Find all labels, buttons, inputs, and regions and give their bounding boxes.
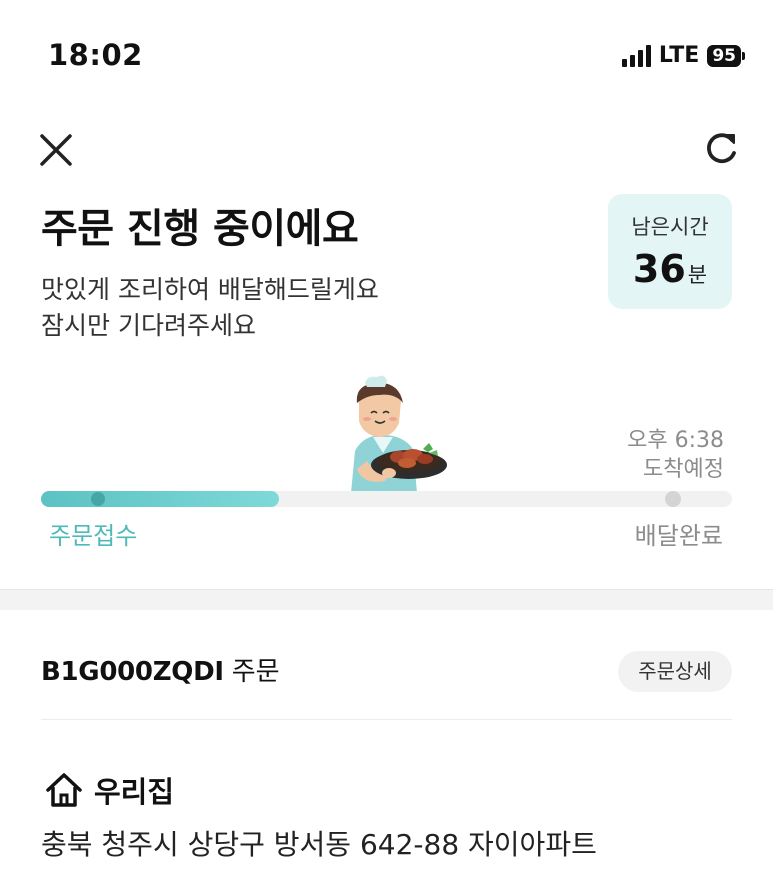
status-message-line2: 잠시만 기다려주세요 (41, 311, 256, 340)
remaining-time-label: 남은시간 (631, 215, 709, 239)
progress-start-dot (91, 492, 105, 506)
step-order-received: 주문접수 (49, 522, 138, 550)
remaining-time-value: 36분 (608, 247, 732, 291)
order-status-title: 주문 진행 중이에요 (41, 206, 359, 252)
status-message-line1: 맛있게 조리하여 배달해드릴게요 (41, 275, 379, 304)
status-indicators: LTE 95 (621, 43, 745, 68)
refresh-button[interactable] (698, 126, 744, 172)
home-icon (46, 773, 82, 807)
progress-fill (41, 491, 279, 507)
battery-icon: 95 (707, 44, 745, 67)
eta-time: 오후 6:38 (627, 428, 724, 453)
progress-end-dot (665, 491, 681, 507)
close-icon (40, 134, 72, 166)
chef-illustration (333, 373, 449, 493)
network-label: LTE (658, 43, 700, 68)
remaining-time-unit: 분 (687, 263, 708, 287)
delivery-progress-bar (41, 491, 732, 507)
order-number: B1G000ZQDI 주문 (41, 651, 280, 688)
divider (41, 719, 732, 720)
section-divider (0, 589, 773, 610)
remaining-minutes: 36 (632, 247, 686, 291)
order-id: B1G000ZQDI (41, 657, 224, 687)
status-bar: 18:02 LTE 95 (0, 0, 773, 110)
delivery-address: 충북 청주시 상당구 방서동 642-88 자이아파트 (41, 828, 597, 861)
address-name: 우리집 (94, 775, 175, 809)
eta: 오후 6:38 도착예정 (627, 426, 724, 484)
refresh-icon (707, 133, 736, 164)
address-header: 우리집 (44, 769, 174, 811)
step-delivery-complete: 배달완료 (634, 522, 723, 550)
battery-level: 95 (707, 44, 741, 67)
close-button[interactable] (34, 128, 78, 172)
signal-icon (621, 44, 651, 67)
status-time: 18:02 (48, 38, 143, 72)
remaining-time-card: 남은시간 36분 (608, 194, 732, 309)
eta-label: 도착예정 (643, 457, 724, 482)
order-detail-button[interactable]: 주문상세 (618, 651, 732, 692)
order-suffix: 주문 (231, 657, 280, 687)
